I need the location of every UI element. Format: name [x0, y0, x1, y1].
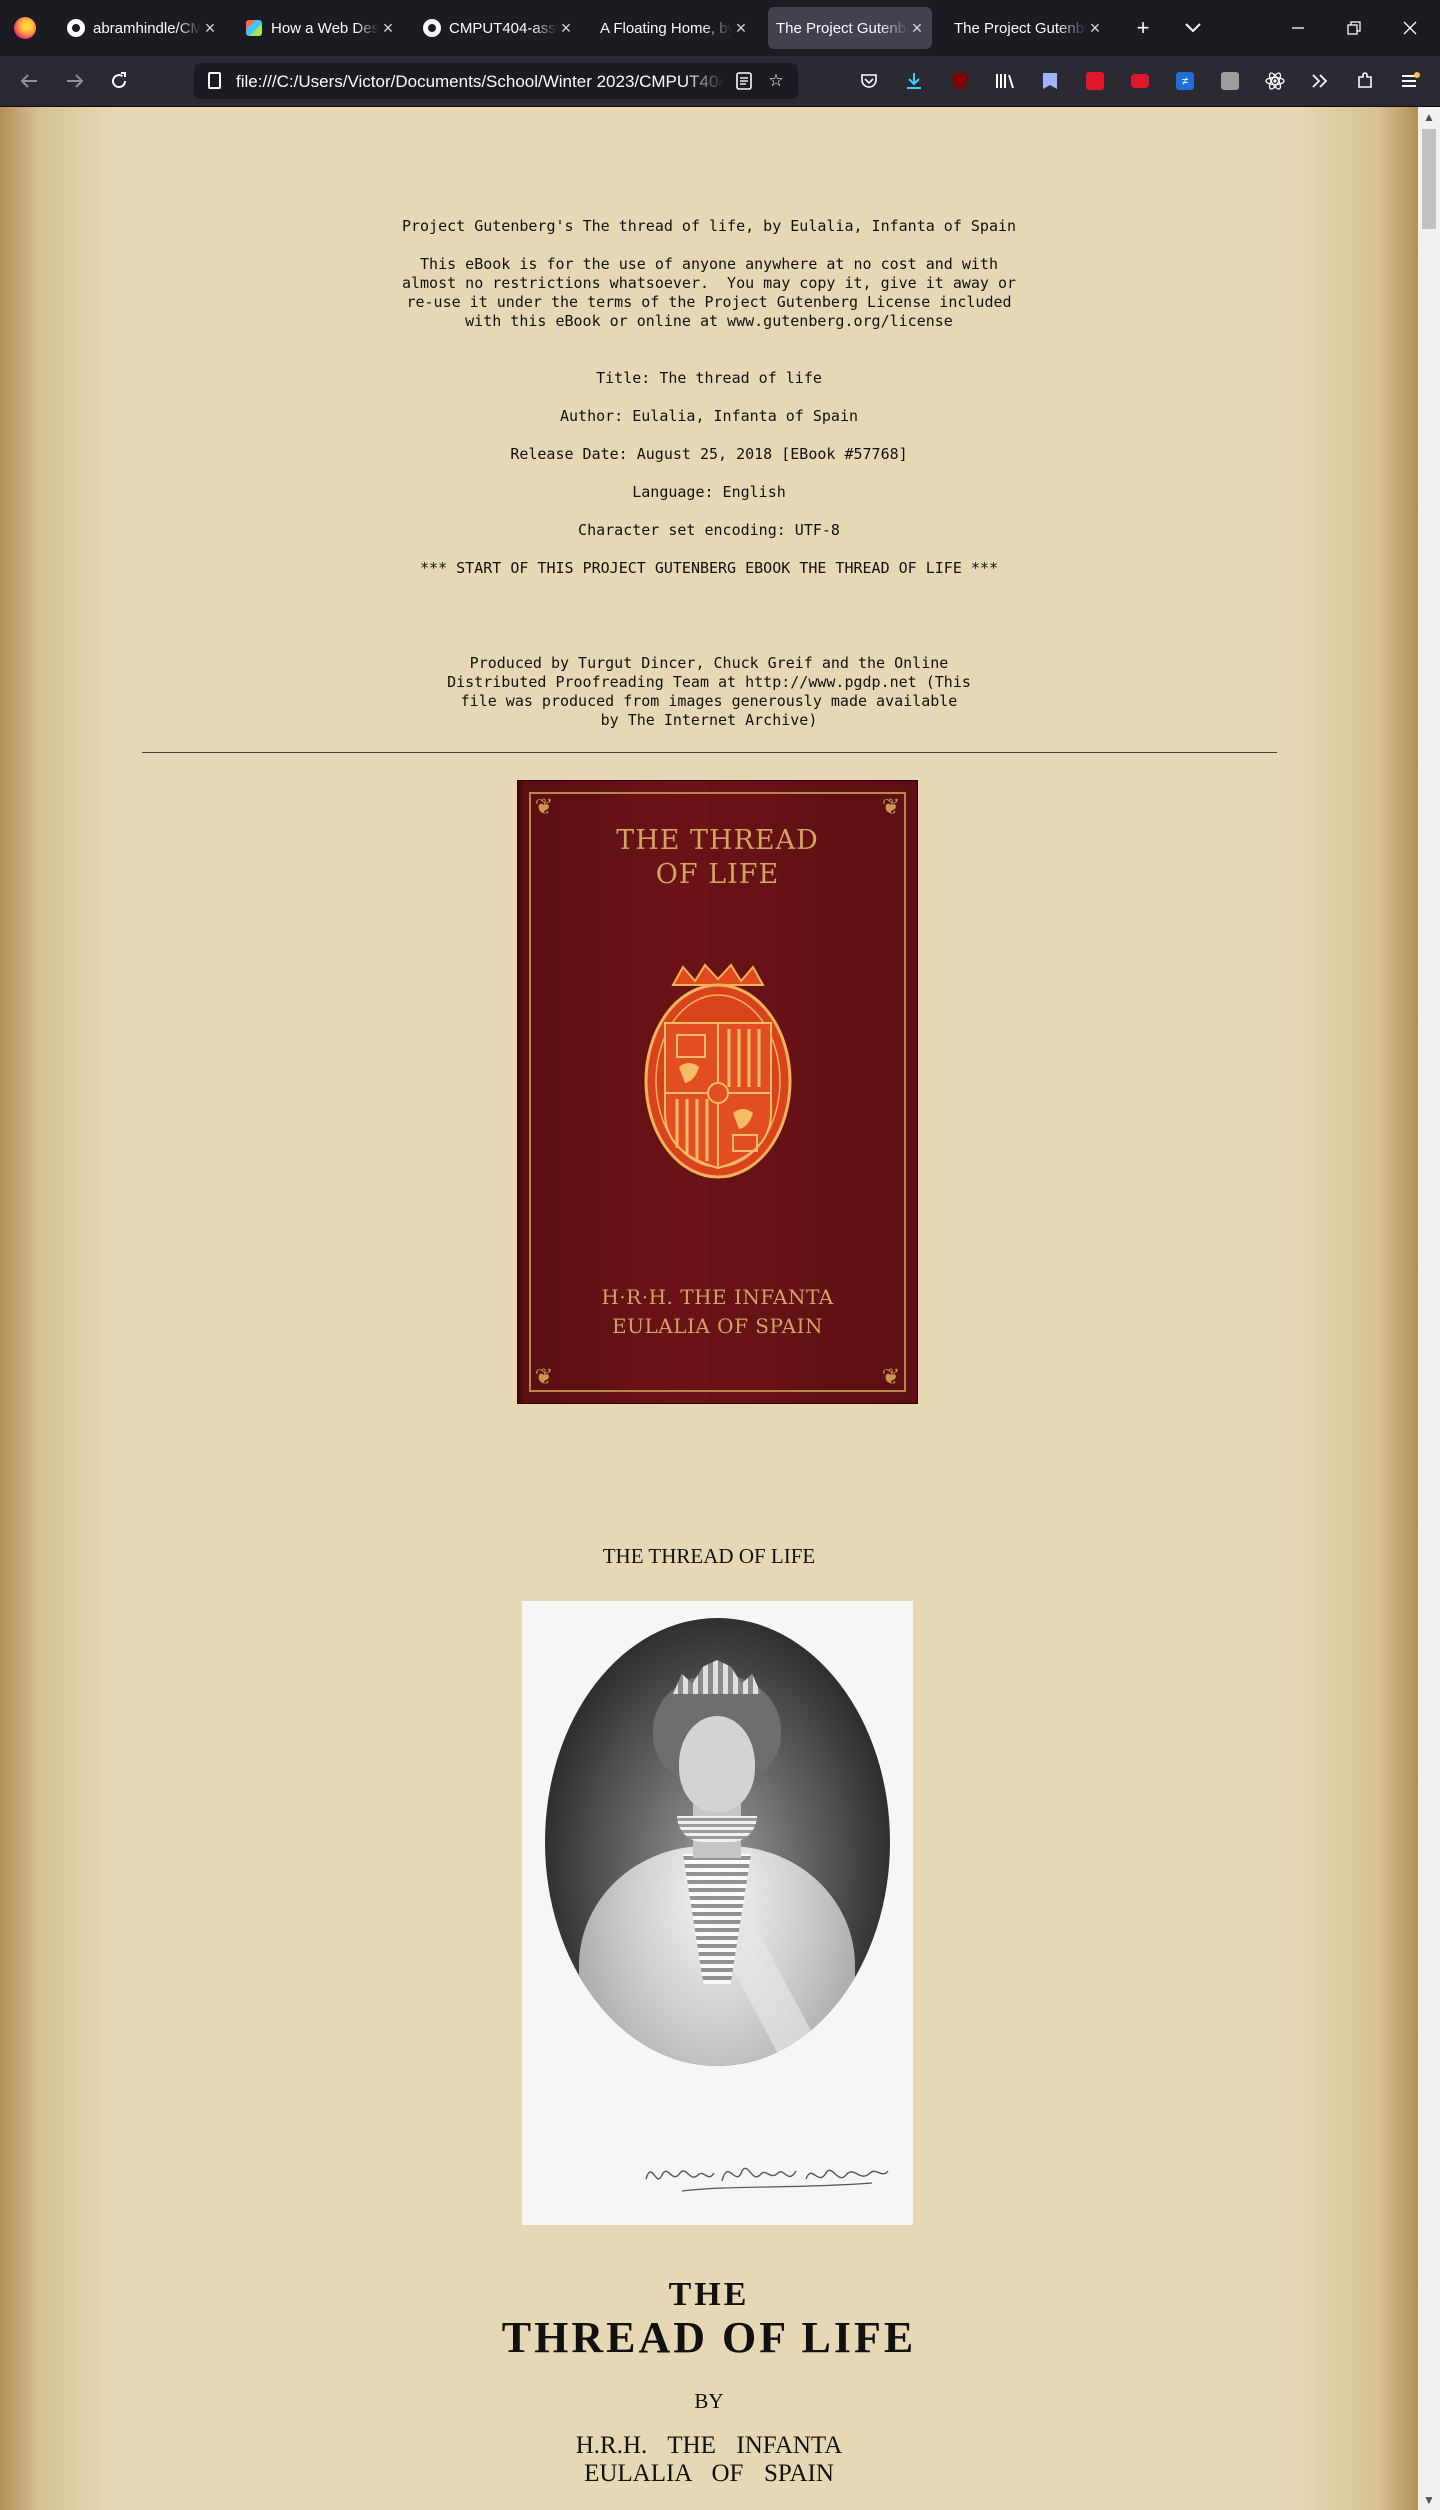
tab-title: How a Web Design Goes Straight to Hell — [271, 19, 379, 37]
navigation-toolbar: file:///C:/Users/Victor/Documents/School… — [0, 56, 1440, 107]
chevron-down-icon — [1185, 23, 1201, 33]
title-page-title: THREAD OF LIFE — [501, 2313, 917, 2362]
overflow-chevron-icon[interactable] — [1309, 70, 1331, 92]
app-menu-icon[interactable] — [1399, 70, 1421, 92]
new-tab-button[interactable]: + — [1129, 14, 1157, 42]
close-tab-icon[interactable]: × — [381, 19, 395, 37]
tab-title: A Floating Home, by Jack Rutland — [600, 19, 732, 37]
cover-author-line-2: EULALIA OF SPAIN — [612, 1314, 823, 1338]
close-tab-icon[interactable]: × — [203, 19, 217, 37]
book-cover-image: ❦ ❦ ❦ ❦ THE THREAD OF LIFE H·R·H. THE IN… — [517, 780, 918, 1404]
back-arrow-icon — [20, 74, 37, 88]
handwritten-signature — [645, 2167, 889, 2192]
royal-coat-of-arms-icon — [644, 963, 792, 1179]
corner-ornament-icon: ❦ — [534, 794, 554, 819]
page-icon — [208, 72, 221, 89]
title-page-author: H.R.H. THE INFANTA EULALIA OF SPAIN — [0, 2432, 1418, 2488]
scroll-down-icon[interactable]: ▼ — [1418, 2490, 1440, 2510]
cover-author: H·R·H. THE INFANTA EULALIA OF SPAIN — [517, 1283, 918, 1341]
extension-react-icon[interactable] — [1264, 70, 1286, 92]
cover-title: THE THREAD OF LIFE — [517, 824, 918, 892]
forward-arrow-icon — [67, 74, 84, 88]
restore-button[interactable] — [1338, 12, 1370, 44]
back-button[interactable] — [14, 66, 44, 96]
title-page-the: THE — [668, 2276, 750, 2313]
ublock-icon[interactable] — [949, 70, 971, 92]
close-window-button[interactable] — [1394, 12, 1426, 44]
tab-title: The Project Gutenberg eBook — [776, 19, 908, 37]
forward-button[interactable] — [60, 66, 90, 96]
tab-title: abramhindle/CMPUT404-assignment-css-hell — [93, 19, 201, 37]
tab-2[interactable]: How a Web Design Goes Straight to Hell × — [244, 0, 395, 56]
title-page-author-line-1: H.R.H. THE INFANTA — [575, 2432, 843, 2459]
scroll-up-icon[interactable]: ▲ — [1418, 107, 1440, 127]
extension-grey-icon[interactable] — [1219, 70, 1241, 92]
close-tab-icon[interactable]: × — [1088, 19, 1102, 37]
cover-title-line-1: THE THREAD — [616, 825, 819, 856]
vertical-scrollbar[interactable]: ▲ ▼ — [1418, 107, 1440, 2510]
cover-author-line-1: H·R·H. THE INFANTA — [601, 1285, 834, 1309]
scrollbar-thumb[interactable] — [1422, 129, 1436, 229]
extension-blue-icon[interactable]: ≠ — [1174, 70, 1196, 92]
tab-1[interactable]: abramhindle/CMPUT404-assignment-css-hell… — [66, 0, 217, 56]
github-icon — [66, 18, 86, 38]
ebook-encoding-line: Character set encoding: UTF-8 — [578, 521, 840, 539]
tab-5-active[interactable]: The Project Gutenberg eBook × — [768, 7, 932, 49]
url-text[interactable]: file:///C:/Users/Victor/Documents/School… — [236, 72, 724, 92]
library-icon[interactable] — [994, 70, 1016, 92]
title-page-by: BY — [694, 2389, 724, 2413]
ebook-release-date-line: Release Date: August 25, 2018 [EBook #57… — [510, 445, 908, 463]
horizontal-rule — [142, 752, 1277, 753]
extension-bookmark-icon[interactable] — [1039, 70, 1061, 92]
cover-title-line-2: OF LIFE — [655, 859, 780, 890]
close-tab-icon[interactable]: × — [559, 19, 573, 37]
portrait-image — [522, 1601, 913, 2225]
ebook-author-line: Author: Eulalia, Infanta of Spain — [559, 407, 858, 425]
downloads-icon[interactable] — [903, 70, 925, 92]
gutenberg-license-text: This eBook is for the use of anyone anyw… — [401, 255, 1017, 330]
tab-title: The Project Gutenberg eBook — [954, 19, 1086, 37]
cover-caption: THE THREAD OF LIFE — [602, 1544, 816, 1568]
pocket-icon[interactable] — [858, 70, 880, 92]
tiara-icon — [673, 1660, 761, 1694]
extension-red-icon[interactable] — [1084, 70, 1106, 92]
tab-4[interactable]: A Floating Home, by Jack Rutland × — [600, 0, 748, 56]
tab-6[interactable]: The Project Gutenberg eBook × — [954, 0, 1102, 56]
github-icon — [422, 18, 442, 38]
bookmark-star-icon[interactable]: ☆ — [766, 71, 786, 91]
firefox-menu-icon[interactable] — [14, 17, 36, 39]
url-bar[interactable]: file:///C:/Users/Victor/Documents/School… — [194, 63, 798, 99]
gutenberg-intro-line: Project Gutenberg's The thread of life, … — [401, 217, 1017, 235]
reload-button[interactable] — [104, 66, 134, 96]
close-tab-icon[interactable]: × — [734, 19, 748, 37]
corner-ornament-icon: ❦ — [881, 794, 901, 819]
comic-icon — [244, 18, 264, 38]
close-tab-icon[interactable]: × — [910, 19, 924, 37]
minimize-button[interactable] — [1282, 12, 1314, 44]
tab-title: CMPUT404-assignment-css-hell — [449, 19, 557, 37]
list-all-tabs-button[interactable] — [1179, 14, 1207, 42]
produced-by-text: Produced by Turgut Dincer, Chuck Greif a… — [447, 654, 971, 729]
tab-strip: abramhindle/CMPUT404-assignment-css-hell… — [0, 0, 1440, 56]
title-page-author-line-2: EULALIA OF SPAIN — [584, 2460, 834, 2487]
ebook-title-line: Title: The thread of life — [596, 369, 822, 387]
reload-icon — [112, 72, 127, 89]
extensions-puzzle-icon[interactable] — [1354, 70, 1376, 92]
corner-ornament-icon: ❦ — [881, 1364, 901, 1389]
tab-3[interactable]: CMPUT404-assignment-css-hell × — [422, 0, 573, 56]
reader-view-icon[interactable] — [734, 71, 754, 91]
ebook-start-marker: *** START OF THIS PROJECT GUTENBERG EBOO… — [420, 559, 998, 577]
portrait-oval — [545, 1618, 890, 2066]
corner-ornament-icon: ❦ — [534, 1364, 554, 1389]
ebook-language-line: Language: English — [632, 483, 786, 501]
extension-youtube-icon[interactable] — [1129, 70, 1151, 92]
